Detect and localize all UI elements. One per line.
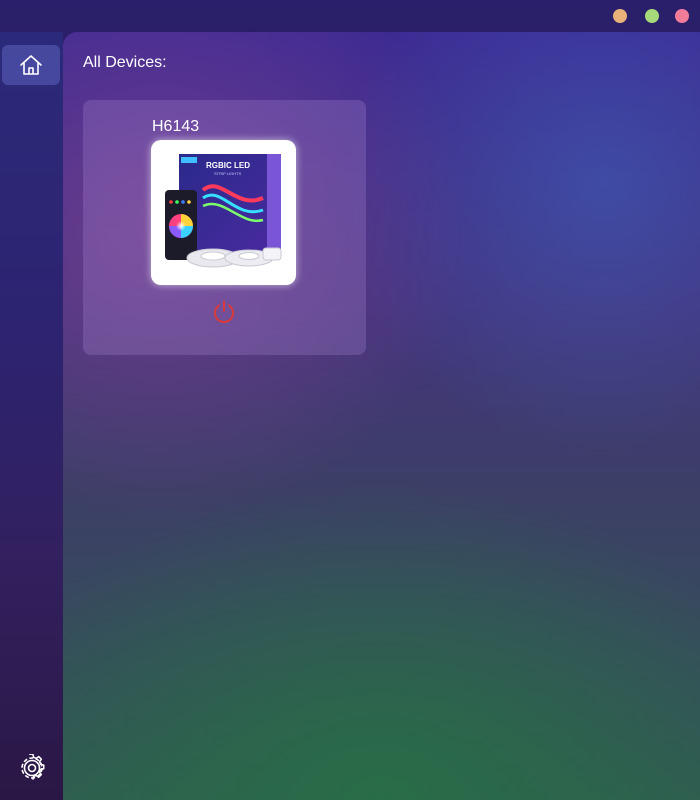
maximize-button[interactable] [645,9,659,23]
gear-icon [21,754,45,780]
sidebar-item-home[interactable] [2,45,60,85]
device-card[interactable]: H6143 RGBIC LED STRIP LIGHTS [83,100,366,355]
sidebar [0,32,63,800]
home-icon [20,55,42,75]
device-name: H6143 [152,118,200,135]
power-button[interactable] [210,298,238,326]
rgbic-led-strip-product-image: RGBIC LED STRIP LIGHTS [151,140,296,285]
box-title-text: RGBIC LED [206,161,250,170]
section-title: All Devices: [83,54,167,71]
title-bar [0,0,700,32]
main-content: All Devices: H6143 RGBIC LED STRIP LIGHT… [63,32,700,800]
minimize-button[interactable] [613,9,627,23]
power-icon [214,300,234,323]
product-illustration: RGBIC LED STRIP LIGHTS [165,154,282,268]
close-button[interactable] [675,9,689,23]
app-window: All Devices: H6143 RGBIC LED STRIP LIGHT… [0,0,700,800]
box-subtitle-text: STRIP LIGHTS [214,171,242,176]
sidebar-item-settings[interactable] [16,752,48,784]
